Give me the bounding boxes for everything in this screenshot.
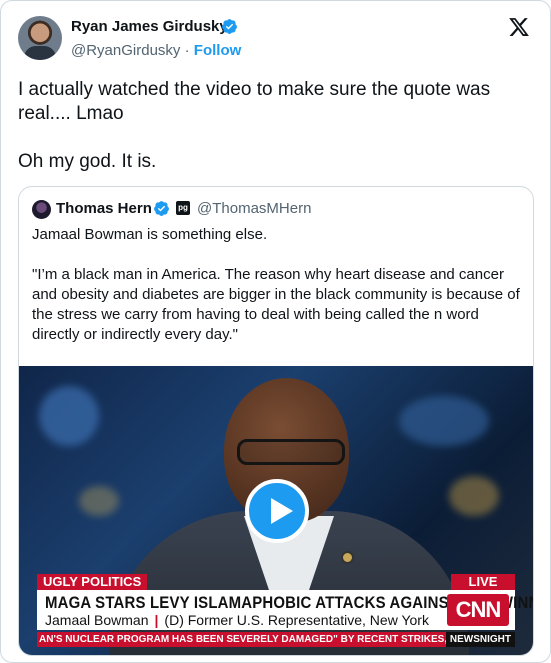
affiliate-badge-icon: pg: [176, 201, 190, 215]
tweet-text: I actually watched the video to make sur…: [18, 79, 491, 172]
quote-author-handle[interactable]: @ThomasMHern: [197, 200, 311, 217]
tweet-card: Ryan James Girdusky @RyanGirdusky · Foll…: [0, 0, 551, 663]
video-player[interactable]: UGLY POLITICS LIVE MAGA STARS LEVY ISLAM…: [19, 366, 533, 655]
live-badge: LIVE: [451, 574, 515, 590]
chyron-guest-title: (D) Former U.S. Representative, New York: [164, 612, 429, 628]
background-light: [79, 486, 119, 516]
quote-author-avatar[interactable]: [32, 200, 51, 219]
quoted-tweet[interactable]: Thomas Hern pg @ThomasMHern Jamaal Bowma…: [18, 186, 534, 656]
ticker-show-name: NEWSNIGHT: [445, 632, 515, 647]
background-light: [449, 476, 499, 516]
chyron-subline: Jamaal Bowman | (D) Former U.S. Representa…: [45, 612, 429, 628]
verified-badge-icon: [222, 19, 237, 34]
congress-pin: [341, 551, 354, 564]
x-logo-icon[interactable]: [508, 16, 530, 38]
author-handle-line: @RyanGirdusky · Follow: [71, 42, 241, 59]
verified-badge-icon: [154, 201, 169, 216]
author-avatar[interactable]: [18, 16, 62, 60]
speaker-glasses: [237, 439, 345, 465]
dot-separator: ·: [184, 42, 190, 59]
follow-button[interactable]: Follow: [194, 42, 242, 59]
ticker-text: AN'S NUCLEAR PROGRAM HAS BEEN SEVERELY D…: [39, 634, 449, 645]
author-name[interactable]: Ryan James Girdusky: [71, 18, 228, 35]
author-handle[interactable]: @RyanGirdusky: [71, 42, 180, 59]
background-light: [399, 396, 489, 446]
chyron-separator: |: [154, 612, 159, 628]
play-button[interactable]: [245, 479, 309, 543]
background-light: [39, 386, 99, 446]
segment-tag: UGLY POLITICS: [37, 574, 148, 590]
quote-text: Jamaal Bowman is something else. "I’m a …: [32, 226, 520, 343]
news-ticker: AN'S NUCLEAR PROGRAM HAS BEEN SEVERELY D…: [37, 632, 515, 647]
cnn-logo: CNN: [447, 594, 509, 626]
chyron: MAGA STARS LEVY ISLAMAPHOBIC ATTACKS AGA…: [37, 590, 533, 630]
quote-author-name[interactable]: Thomas Hern: [56, 200, 152, 217]
chyron-guest-name: Jamaal Bowman: [45, 612, 149, 628]
